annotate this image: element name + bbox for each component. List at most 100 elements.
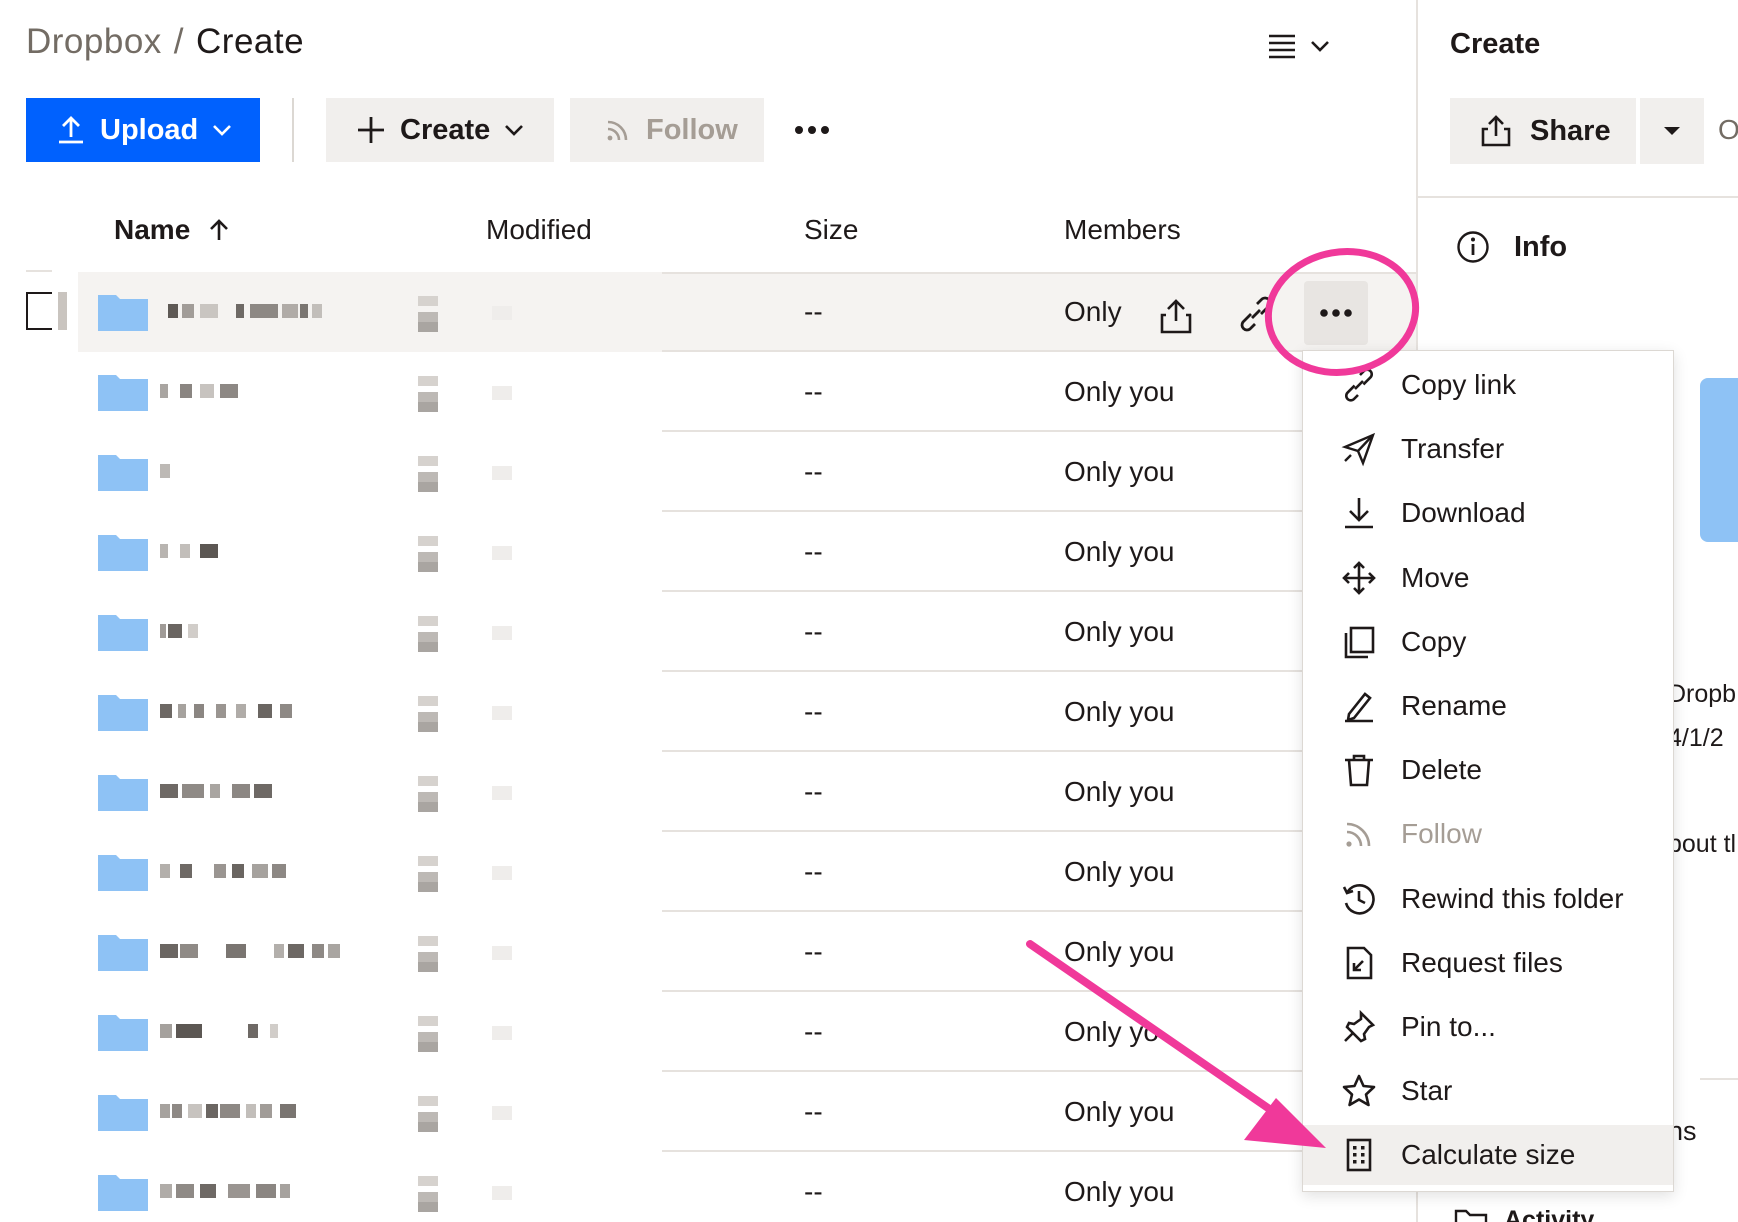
row-members: Only xyxy=(1064,296,1122,327)
row-share-button[interactable] xyxy=(1156,296,1196,336)
column-header-name[interactable]: Name xyxy=(114,214,230,246)
menu-item-move[interactable]: Move xyxy=(1303,548,1673,608)
upload-button[interactable]: Upload xyxy=(26,98,260,162)
star-icon xyxy=(1341,1073,1377,1109)
row-more-options-button[interactable] xyxy=(1304,281,1368,345)
create-button[interactable]: Create xyxy=(326,98,554,162)
panel-activity-label: Activity xyxy=(1504,1206,1595,1222)
table-row[interactable]: -- Only you xyxy=(0,912,1416,992)
chevron-down-icon xyxy=(213,125,232,136)
menu-item-copy[interactable]: Copy xyxy=(1303,612,1673,672)
menu-item-copy-link[interactable]: Copy link xyxy=(1303,355,1673,415)
folder-icon xyxy=(98,1095,148,1131)
column-header-size[interactable]: Size xyxy=(804,214,858,246)
table-row[interactable]: -- Only you xyxy=(0,352,1416,432)
menu-item-star[interactable]: Star xyxy=(1303,1061,1673,1121)
row-copy-link-button[interactable] xyxy=(1236,294,1276,334)
trash-icon xyxy=(1341,752,1377,788)
menu-item-label: Transfer xyxy=(1401,433,1505,465)
request-file-icon xyxy=(1341,945,1377,981)
more-horizontal-icon xyxy=(1320,309,1352,317)
column-header-modified[interactable]: Modified xyxy=(486,214,592,246)
folder-icon xyxy=(98,295,148,331)
row-size: -- xyxy=(804,856,823,887)
folder-outline-icon xyxy=(1454,1209,1488,1222)
chevron-down-icon xyxy=(505,125,524,136)
panel-info-label: Info xyxy=(1514,230,1568,263)
rss-icon xyxy=(607,120,628,141)
table-row[interactable]: -- Only you xyxy=(0,832,1416,912)
folder-icon xyxy=(98,375,148,411)
follow-button[interactable]: Follow xyxy=(570,98,764,162)
rewind-clock-icon xyxy=(1341,881,1377,917)
panel-info-tab[interactable]: Info xyxy=(1456,230,1567,264)
more-actions-button[interactable] xyxy=(790,110,834,150)
table-row[interactable]: -- Only you xyxy=(0,512,1416,592)
plus-icon xyxy=(358,117,384,143)
menu-item-label: Copy link xyxy=(1401,369,1517,400)
view-toggle-button[interactable] xyxy=(1268,26,1348,66)
table-row[interactable]: -- Only yo xyxy=(0,992,1416,1072)
toolbar-divider xyxy=(292,98,294,162)
table-row[interactable]: -- Only you xyxy=(0,672,1416,752)
download-icon xyxy=(1341,495,1377,531)
folder-icon xyxy=(98,855,148,891)
column-header-name-label: Name xyxy=(114,214,191,245)
table-row[interactable]: -- Only you xyxy=(0,1152,1416,1222)
menu-item-label: Star xyxy=(1401,1075,1453,1107)
table-row[interactable]: -- Only you xyxy=(0,1072,1416,1152)
row-members: Only you xyxy=(1064,536,1175,567)
menu-item-follow[interactable]: Follow xyxy=(1303,804,1673,864)
breadcrumb-root-link[interactable]: Dropbox xyxy=(26,22,162,61)
paper-plane-icon xyxy=(1341,431,1377,467)
menu-item-label: Calculate size xyxy=(1401,1139,1576,1171)
list-view-icon xyxy=(1269,34,1295,59)
table-row[interactable]: -- Only you xyxy=(0,592,1416,672)
table-row[interactable]: -- Only xyxy=(0,272,1416,352)
row-size: -- xyxy=(804,1016,823,1047)
create-label: Create xyxy=(400,113,491,146)
row-members: Only you xyxy=(1064,1176,1175,1207)
pin-icon xyxy=(1341,1009,1377,1045)
breadcrumb: Dropbox / Create xyxy=(26,22,304,62)
menu-item-rewind-this-folder[interactable]: Rewind this folder xyxy=(1303,869,1673,929)
row-members: Only you xyxy=(1064,1096,1175,1127)
panel-share-dropdown-button[interactable] xyxy=(1640,98,1704,164)
menu-item-label: Rename xyxy=(1401,690,1507,721)
menu-item-label: Download xyxy=(1401,497,1526,529)
menu-item-delete[interactable]: Delete xyxy=(1303,740,1673,800)
panel-share-label: Share xyxy=(1530,114,1611,147)
table-row[interactable]: -- Only you xyxy=(0,752,1416,832)
chevron-down-icon xyxy=(1311,41,1329,52)
row-size: -- xyxy=(804,776,823,807)
breadcrumb-current: Create xyxy=(196,22,305,61)
menu-item-pin-to[interactable]: Pin to... xyxy=(1303,997,1673,1057)
move-arrows-icon xyxy=(1341,560,1377,596)
folder-preview-thumbnail xyxy=(1700,378,1738,542)
menu-item-request-files[interactable]: Request files xyxy=(1303,933,1673,993)
link-icon xyxy=(1240,296,1272,332)
menu-item-download[interactable]: Download xyxy=(1303,483,1673,543)
panel-share-button[interactable]: Share xyxy=(1450,98,1636,164)
menu-item-transfer[interactable]: Transfer xyxy=(1303,419,1673,479)
column-header-members[interactable]: Members xyxy=(1064,214,1181,246)
row-size: -- xyxy=(804,1176,823,1207)
context-menu: Copy link Transfer Download Move Copy Rename D… xyxy=(1302,350,1674,1192)
more-horizontal-icon xyxy=(795,126,829,134)
folder-icon xyxy=(98,695,148,731)
menu-item-label: Rewind this folder xyxy=(1401,882,1624,914)
row-size: -- xyxy=(804,1096,823,1127)
folder-icon xyxy=(98,775,148,811)
panel-location-value: Dropb xyxy=(1668,680,1737,708)
panel-title: Create xyxy=(1450,28,1541,60)
panel-activity-tab[interactable]: Activity xyxy=(1454,1206,1594,1222)
menu-item-label: Delete xyxy=(1401,754,1482,786)
pencil-icon xyxy=(1341,688,1377,724)
caret-down-icon xyxy=(1664,127,1680,135)
share-icon xyxy=(1160,299,1192,334)
menu-item-calculate-size[interactable]: Calculate size xyxy=(1303,1125,1673,1186)
row-size: -- xyxy=(804,936,823,967)
menu-item-rename[interactable]: Rename xyxy=(1303,676,1673,736)
table-row[interactable]: -- Only you xyxy=(0,432,1416,512)
folder-icon xyxy=(98,455,148,491)
